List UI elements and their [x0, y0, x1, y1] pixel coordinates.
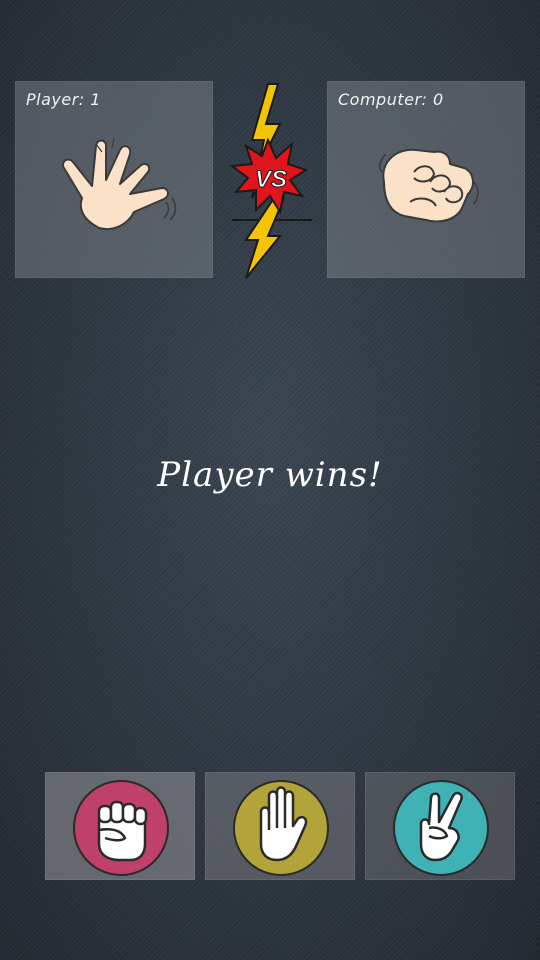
paper-hand-icon — [62, 137, 177, 230]
paper-hand-icon — [233, 780, 329, 876]
vs-badge: VS — [222, 80, 322, 280]
result-message: Player wins! — [157, 455, 383, 495]
scissors-button[interactable] — [365, 772, 515, 880]
computer-panel: Computer: 0 — [327, 81, 525, 278]
computer-score: Computer: 0 — [338, 90, 444, 109]
paper-button[interactable] — [205, 772, 355, 880]
player-score: Player: 1 — [26, 90, 101, 109]
player-panel: Player: 1 — [15, 81, 213, 278]
rock-fist-icon — [73, 780, 169, 876]
rock-button[interactable] — [45, 772, 195, 880]
scissors-hand-icon — [393, 780, 489, 876]
rock-fist-icon — [379, 148, 479, 223]
vs-label: VS — [254, 166, 287, 194]
